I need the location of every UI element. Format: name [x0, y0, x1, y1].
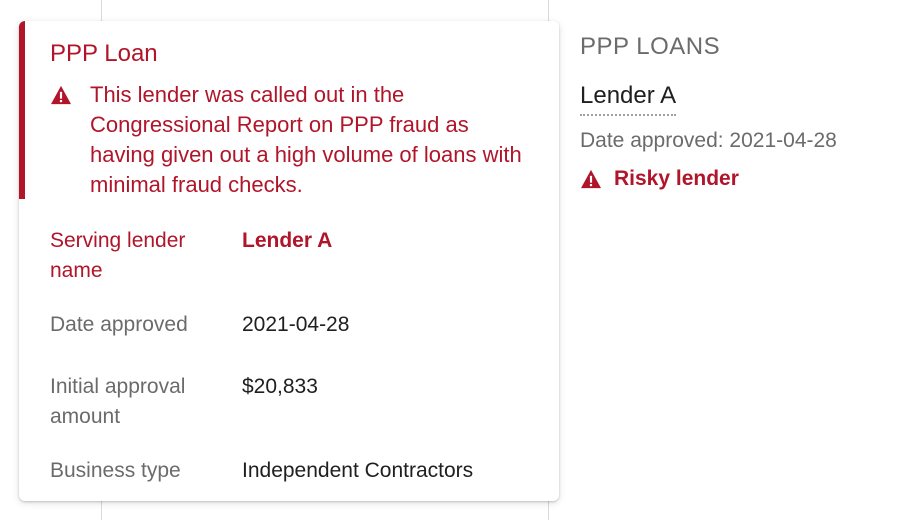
- risky-lender-label: Risky lender: [614, 167, 739, 190]
- detail-label: Business type: [50, 459, 181, 482]
- ppp-loan-tooltip: PPP Loan This lender was called out in t…: [19, 21, 559, 501]
- detail-label: Date approved: [50, 313, 188, 336]
- warning-icon: [51, 85, 71, 105]
- lender-link[interactable]: Lender A: [580, 80, 677, 116]
- warning-text: This lender was called out in the Congre…: [90, 82, 522, 197]
- risk-accent-bar: [19, 21, 25, 199]
- tooltip-header: PPP Loan This lender was called out in t…: [19, 21, 559, 199]
- detail-label: Serving lender name: [50, 229, 186, 282]
- section-title: PPP LOANS: [580, 33, 721, 60]
- date-approved: Date approved: 2021-04-28: [580, 129, 837, 152]
- ppp-loans-panel: PPP LOANS Lender A Date approved: 2021-0…: [580, 30, 890, 194]
- detail-value: 2021-04-28: [242, 313, 350, 336]
- detail-value: $20,833: [242, 375, 318, 398]
- warning-icon: [581, 169, 601, 189]
- lender-warning: This lender was called out in the Congre…: [50, 80, 539, 200]
- tooltip-title: PPP Loan: [50, 40, 158, 67]
- detail-value: Lender A: [242, 229, 333, 252]
- detail-label: Initial approval amount: [50, 375, 186, 428]
- detail-value: Independent Contractors: [242, 459, 474, 482]
- risky-lender-badge: Risky lender: [580, 164, 890, 194]
